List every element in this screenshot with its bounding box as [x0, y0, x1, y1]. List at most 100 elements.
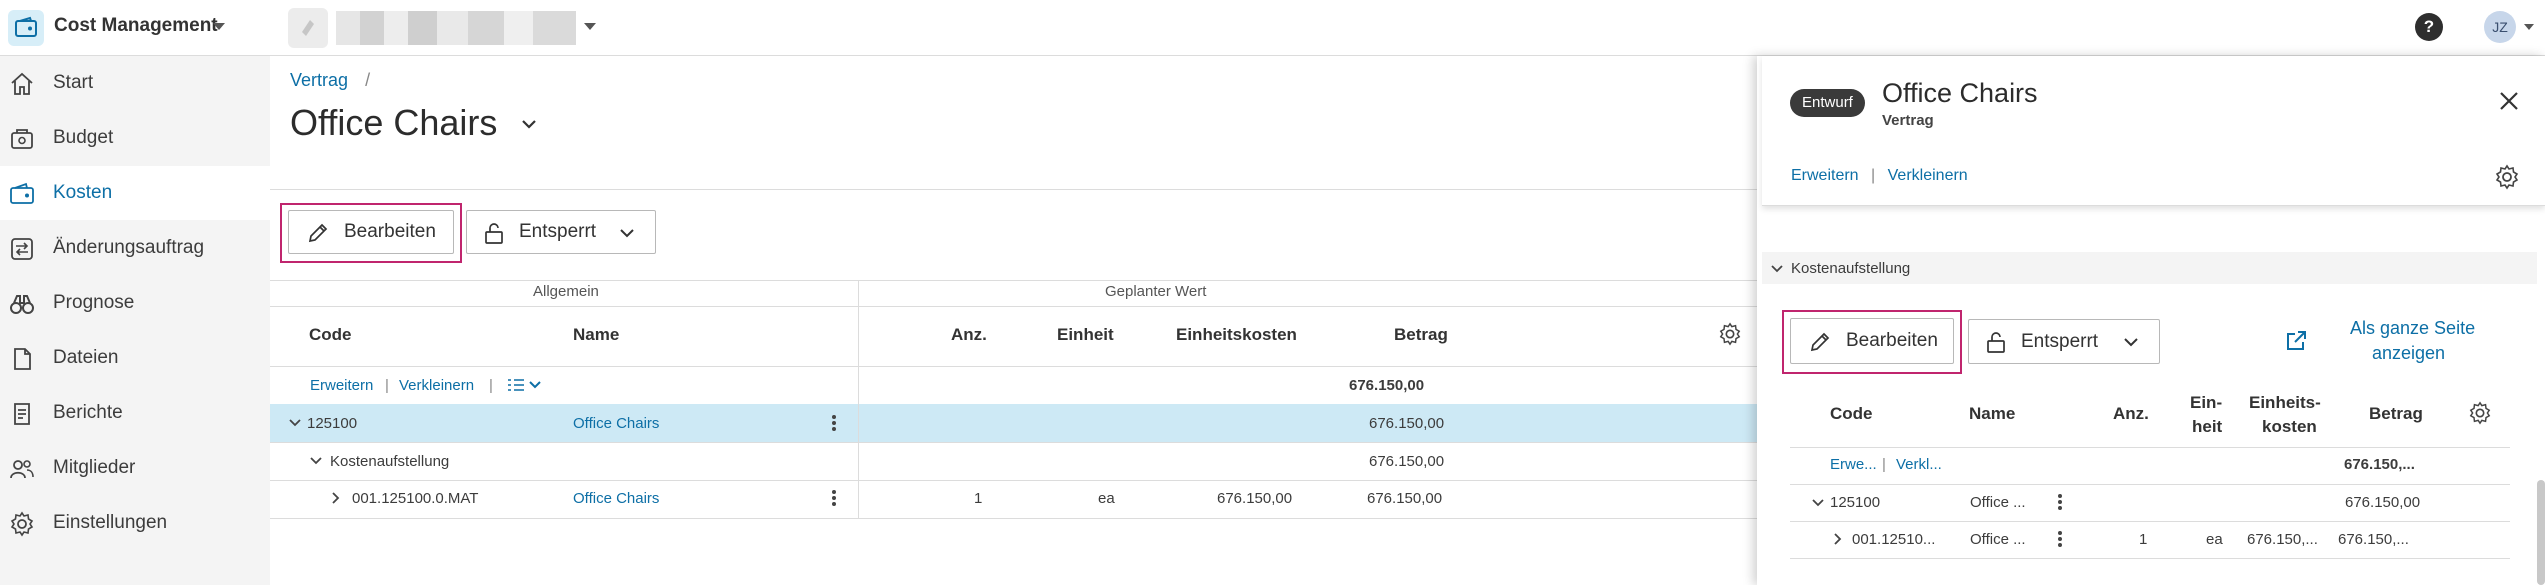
table-row-selected[interactable] [270, 404, 1760, 442]
sidebar-item-label: Einstellungen [53, 512, 168, 533]
row-collapse-chevron-icon[interactable] [1812, 498, 1824, 508]
panel-row-name[interactable]: Office ... [1970, 494, 2026, 511]
column-header-qty[interactable]: Anz. [951, 325, 987, 345]
total-amount: 676.150,00 [1349, 377, 1425, 394]
project-thumbnail[interactable] [288, 8, 328, 48]
row-more-options-icon[interactable] [832, 415, 836, 431]
row-amount: 676.150,00 [1369, 415, 1445, 432]
open-full-page-link-line2[interactable]: anzeigen [2372, 343, 2445, 364]
breadcrumb-link-vertrag[interactable]: Vertrag [290, 70, 348, 90]
row-more-options-icon[interactable] [832, 490, 836, 506]
column-header-unit[interactable]: Einheit [1057, 325, 1114, 345]
panel-column-header-unit-cost-line1[interactable]: Einheits- [2249, 393, 2321, 413]
title-chevron-down-icon[interactable] [521, 118, 537, 130]
group-header-planned: Geplanter Wert [1105, 283, 1207, 300]
row-more-options-icon[interactable] [2058, 494, 2062, 510]
column-header-amount[interactable]: Betrag [1394, 325, 1448, 345]
app-switcher-chevron-down-icon[interactable] [213, 23, 225, 30]
budget-icon [11, 129, 33, 149]
grid-line [1790, 484, 2510, 485]
grid-line [1790, 447, 2510, 448]
sidebar-item-budget[interactable]: Budget [0, 111, 270, 165]
sidebar-item-berichte[interactable]: Berichte [0, 386, 270, 440]
panel-edit-button[interactable]: Bearbeiten [1790, 318, 1954, 364]
panel-column-header-unit-line1[interactable]: Ein- [2190, 393, 2222, 413]
sidebar-item-dateien[interactable]: Dateien [0, 331, 270, 385]
project-selector-chevron-down-icon[interactable] [584, 23, 596, 30]
panel-row-name[interactable]: Office ... [1970, 531, 2026, 548]
row-code: 001.125100.0.MAT [352, 490, 479, 507]
row-name-link[interactable]: Office Chairs [573, 415, 659, 432]
row-code: 125100 [307, 415, 358, 432]
sidebar-item-change-order[interactable]: Änderungsauftrag [0, 221, 270, 275]
open-full-page-link-line1[interactable]: Als ganze Seite [2350, 318, 2475, 339]
section-collapse-chevron-icon[interactable] [1771, 264, 1783, 274]
panel-expand-collapse-links: Erweitern | Verkleinern [1791, 167, 1968, 185]
expand-all-link[interactable]: Erweitern [310, 377, 373, 394]
help-icon[interactable]: ? [2415, 13, 2443, 41]
unlock-icon [485, 223, 503, 244]
panel-column-header-unit-cost-line2[interactable]: kosten [2262, 417, 2317, 437]
column-header-name[interactable]: Name [573, 325, 619, 345]
members-icon [10, 460, 34, 479]
column-header-unit-cost[interactable]: Einheitskosten [1176, 325, 1297, 345]
sidebar-item-label: Dateien [53, 347, 119, 368]
cost-icon [10, 182, 34, 204]
sidebar-item-einstellungen[interactable]: Einstellungen [0, 496, 270, 550]
column-header-code[interactable]: Code [309, 325, 352, 345]
edit-button[interactable]: Bearbeiten [288, 210, 454, 254]
row-name-link[interactable]: Office Chairs [573, 490, 659, 507]
sidebar-item-label: Kosten [53, 182, 113, 203]
row-collapse-chevron-icon[interactable] [289, 418, 301, 428]
panel-collapse-link[interactable]: Verkleinern [1888, 167, 1968, 184]
row-expand-chevron-icon[interactable] [331, 492, 341, 504]
user-avatar[interactable]: JZ [2484, 11, 2516, 43]
breadcrumb-separator: / [365, 70, 371, 90]
change-order-icon [11, 238, 33, 260]
unlock-icon [1987, 332, 2005, 353]
panel-column-header-code[interactable]: Code [1830, 404, 1873, 424]
lock-status-dropdown[interactable]: Entsperrt [466, 210, 656, 254]
sidebar-item-start[interactable]: Start [0, 56, 270, 110]
link-separator: | [385, 377, 389, 394]
grid-line [270, 280, 1760, 281]
panel-expand-link[interactable]: Erweitern [1791, 167, 1859, 184]
row-level-dropdown-icon[interactable] [506, 377, 546, 393]
panel-lock-status-dropdown[interactable]: Entsperrt [1968, 319, 2160, 364]
panel-row-amount: 676.150,... [2338, 531, 2409, 548]
row-unit-cost: 676.150,00 [1217, 490, 1293, 507]
sidebar-item-mitglieder[interactable]: Mitglieder [0, 441, 270, 495]
panel-column-header-name[interactable]: Name [1969, 404, 2015, 424]
user-menu-chevron-down-icon[interactable] [2524, 24, 2534, 30]
row-code: Kostenaufstellung [330, 453, 450, 470]
status-badge: Entwurf [1790, 89, 1865, 117]
sidebar-item-label: Änderungsauftrag [53, 237, 205, 258]
grid-line [270, 366, 1760, 367]
sidebar-item-prognose[interactable]: Prognose [0, 276, 270, 330]
panel-collapse-all-link[interactable]: Verkl... [1896, 456, 1942, 473]
panel-column-header-unit-line2[interactable]: heit [2192, 417, 2222, 437]
page-title[interactable]: Office Chairs [290, 102, 497, 144]
project-name-redacted[interactable] [336, 11, 576, 45]
panel-column-header-amount[interactable]: Betrag [2369, 404, 2423, 424]
close-icon[interactable] [2498, 90, 2520, 112]
row-collapse-chevron-icon[interactable] [310, 456, 322, 466]
cost-management-logo-icon[interactable] [8, 10, 44, 46]
open-full-page-icon[interactable] [2284, 329, 2308, 353]
link-separator: | [489, 377, 493, 394]
panel-total-amount: 676.150,... [2344, 456, 2415, 473]
panel-column-settings-gear-icon[interactable] [2468, 401, 2492, 425]
report-icon [14, 403, 30, 425]
sidebar-item-kosten[interactable]: Kosten [0, 166, 270, 220]
panel-column-header-qty[interactable]: Anz. [2113, 404, 2149, 424]
column-settings-gear-icon[interactable] [1718, 322, 1742, 346]
row-expand-chevron-icon[interactable] [1833, 533, 1843, 545]
row-more-options-icon[interactable] [2058, 531, 2062, 547]
panel-scrollbar[interactable] [2537, 480, 2545, 585]
collapse-all-link[interactable]: Verkleinern [399, 377, 474, 394]
app-switcher-label[interactable]: Cost Management [54, 15, 218, 37]
header-divider [270, 189, 1760, 190]
panel-row-amount: 676.150,00 [2345, 494, 2421, 511]
panel-expand-all-link[interactable]: Erwe... [1830, 456, 1877, 473]
panel-settings-gear-icon[interactable] [2494, 164, 2520, 190]
